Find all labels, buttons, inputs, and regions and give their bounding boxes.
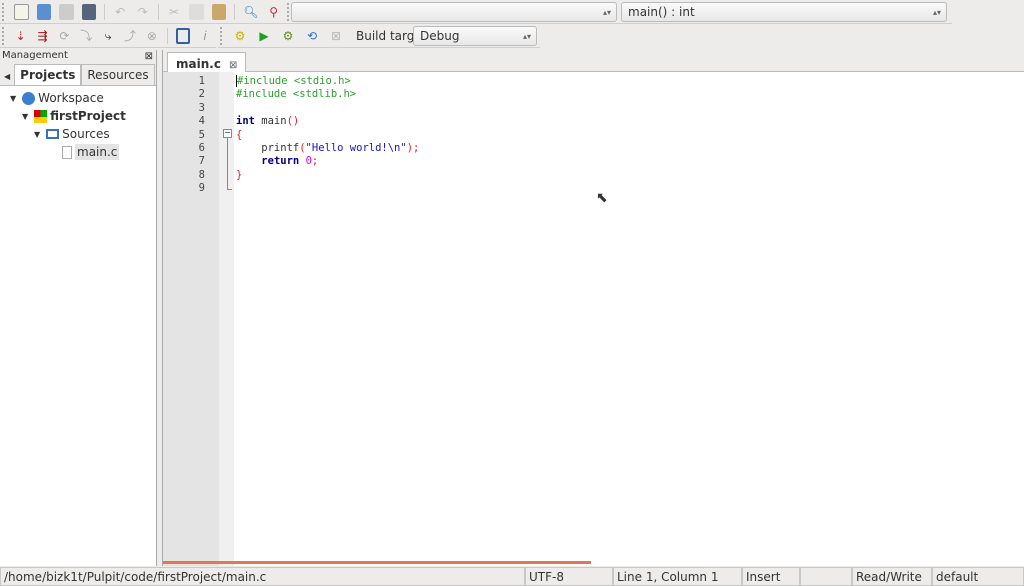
- line-number-gutter: 1 2 3 4 5 6 7 8 9: [163, 72, 219, 566]
- save-icon[interactable]: [59, 3, 74, 20]
- build-icon[interactable]: ⚙: [232, 28, 248, 44]
- status-path: /home/bizk1t/Pulpit/code/firstProject/ma…: [0, 567, 525, 586]
- tab-main-c[interactable]: main.c ⊠: [167, 52, 247, 72]
- tree-item-workspace[interactable]: ▼ Workspace: [10, 91, 104, 105]
- status-mode: Insert: [742, 567, 800, 586]
- close-panel-icon[interactable]: ⊠: [145, 51, 153, 62]
- run-to-cursor-icon[interactable]: ⇶: [36, 28, 50, 44]
- main-toolbar: ↶ ↷ ✂ 🔍︎ ⚲: [0, 0, 285, 24]
- next-line-icon[interactable]: ⟳: [57, 28, 71, 44]
- copy-icon[interactable]: [189, 3, 204, 20]
- info-icon[interactable]: i: [198, 28, 212, 44]
- editor[interactable]: main.c ⊠ 1 2 3 4 5 6 7 8 9 − #include <st…: [162, 50, 1024, 566]
- cut-icon[interactable]: ✂: [167, 4, 182, 20]
- tree-item-main-c[interactable]: main.c: [62, 144, 120, 160]
- status-profile: default: [932, 567, 1024, 586]
- status-blank: [800, 567, 852, 586]
- folder-icon: [46, 129, 60, 139]
- toolbar-grip[interactable]: [2, 2, 6, 21]
- abort-icon[interactable]: ⊠: [328, 28, 344, 44]
- status-access: Read/Write: [852, 567, 932, 586]
- management-title: Management: [2, 50, 68, 61]
- fold-toggle-icon[interactable]: −: [223, 129, 232, 138]
- find-icon[interactable]: 🔍︎: [243, 4, 258, 20]
- tree-item-project[interactable]: ▼ firstProject: [22, 109, 126, 123]
- redo-icon[interactable]: ↷: [135, 4, 150, 20]
- project-icon: [34, 109, 48, 123]
- status-position: Line 1, Column 1: [613, 567, 742, 586]
- stop-debug-icon[interactable]: ⊗: [145, 28, 159, 44]
- build-and-run-icon[interactable]: ⚙: [280, 28, 296, 44]
- replace-icon[interactable]: ⚲: [266, 4, 281, 20]
- tab-scroll-left[interactable]: ◀: [0, 68, 14, 85]
- new-file-icon[interactable]: [13, 3, 29, 20]
- save-all-icon[interactable]: [81, 3, 96, 20]
- tree-item-sources[interactable]: ▼ Sources: [34, 127, 110, 141]
- function-combo[interactable]: main() : int ▴▾: [621, 2, 947, 22]
- horizontal-scrollbar[interactable]: [163, 561, 591, 564]
- paste-icon[interactable]: [211, 3, 227, 20]
- scope-combo[interactable]: ▴▾: [291, 2, 617, 22]
- compiler-toolbar: ⚙ ▶ ⚙ ⟲ ⊠ Build target: Debug ▴▾: [218, 24, 540, 48]
- file-icon: [62, 145, 72, 159]
- management-panel: Management⊠ ◀ Projects Resources ▶ ▼Work…: [0, 50, 167, 566]
- step-out-icon[interactable]: ⤴: [123, 28, 137, 44]
- status-encoding: UTF-8: [525, 567, 613, 586]
- close-tab-icon[interactable]: ⊠: [229, 60, 237, 71]
- next-instruction-icon[interactable]: ⤵: [79, 28, 93, 44]
- debug-toolbar: ⇣ ⇶ ⟳ ⤵ ⤷ ⤴ ⊗ i: [0, 24, 216, 48]
- rebuild-icon[interactable]: ⟲: [304, 28, 320, 44]
- step-into-icon[interactable]: ⤷: [101, 28, 115, 44]
- tab-resources[interactable]: Resources: [81, 64, 155, 85]
- build-target-combo[interactable]: Debug ▴▾: [413, 26, 537, 46]
- cursor-icon: ⬉: [596, 190, 608, 206]
- open-icon[interactable]: [36, 3, 51, 20]
- tab-projects[interactable]: Projects: [14, 64, 82, 85]
- workspace-icon: [22, 91, 36, 105]
- undo-icon[interactable]: ↶: [113, 4, 128, 20]
- debug-windows-icon[interactable]: [175, 27, 191, 44]
- code-completion-toolbar: ▴▾ main() : int ▴▾: [285, 0, 952, 24]
- status-bar: /home/bizk1t/Pulpit/code/firstProject/ma…: [0, 567, 1024, 586]
- run-icon[interactable]: ▶: [256, 28, 272, 44]
- debug-start-icon[interactable]: ⇣: [14, 28, 28, 44]
- fold-margin: −: [219, 72, 234, 566]
